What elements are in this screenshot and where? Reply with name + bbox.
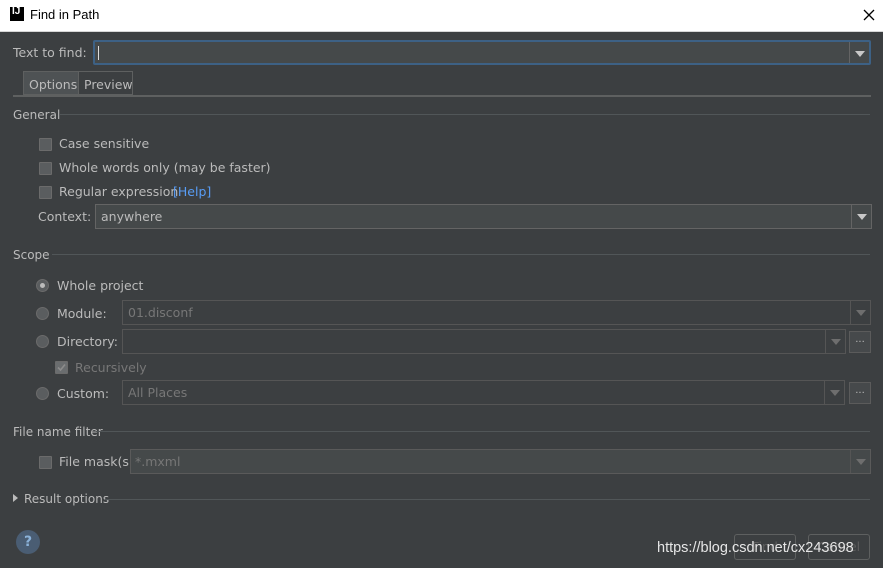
title-bar: IJ Find in Path <box>0 0 883 32</box>
result-options-label[interactable]: Result options <box>24 492 109 506</box>
file-mask-value: *.mxml <box>135 454 181 469</box>
text-cursor <box>98 46 99 60</box>
regex-label: Regular expression <box>59 184 179 199</box>
text-to-find-label: Text to find: <box>13 45 87 60</box>
custom-scope-value: All Places <box>128 385 188 400</box>
close-button[interactable] <box>857 3 881 27</box>
tab-options[interactable]: Options <box>23 71 79 95</box>
whole-words-label: Whole words only (may be faster) <box>59 160 271 175</box>
custom-radio[interactable] <box>36 387 49 400</box>
checkmark-icon <box>57 363 66 372</box>
expand-arrow-icon[interactable] <box>13 494 18 502</box>
scope-separator <box>52 254 870 255</box>
regex-help-link[interactable]: [Help] <box>173 184 211 199</box>
file-filter-header: File name filter <box>13 425 103 439</box>
module-value: 01.disconf <box>128 305 193 320</box>
whole-project-label: Whole project <box>57 278 144 293</box>
custom-scope-select[interactable]: All Places <box>122 380 845 405</box>
regex-checkbox[interactable] <box>39 186 52 199</box>
directory-radio[interactable] <box>36 335 49 348</box>
whole-project-radio[interactable] <box>36 279 49 292</box>
file-filter-separator <box>96 431 870 432</box>
context-value: anywhere <box>101 209 163 224</box>
general-separator <box>60 114 870 115</box>
chevron-down-icon <box>850 301 870 324</box>
window-title: Find in Path <box>30 7 100 22</box>
whole-words-checkbox[interactable] <box>39 162 52 175</box>
general-header: General <box>13 108 61 122</box>
context-select[interactable]: anywhere <box>95 204 872 229</box>
directory-label: Directory: <box>57 334 118 349</box>
tabs-underline <box>13 95 871 97</box>
custom-label: Custom: <box>57 386 110 401</box>
chevron-down-icon <box>850 450 870 473</box>
module-select[interactable]: 01.disconf <box>122 300 871 325</box>
directory-browse-button[interactable]: ... <box>849 331 871 353</box>
directory-select[interactable] <box>122 329 846 354</box>
custom-browse-button[interactable]: ... <box>849 382 871 404</box>
text-to-find-input[interactable] <box>93 40 871 65</box>
tab-preview[interactable]: Preview <box>79 71 133 95</box>
recursively-checkbox[interactable] <box>55 361 68 374</box>
chevron-down-icon <box>824 381 844 404</box>
module-radio[interactable] <box>36 307 49 320</box>
chevron-down-icon <box>825 330 845 353</box>
context-label: Context: <box>38 209 92 224</box>
tab-options-label: Options <box>29 77 78 92</box>
case-sensitive-label: Case sensitive <box>59 136 150 151</box>
help-button[interactable]: ? <box>16 530 40 554</box>
tab-preview-label: Preview <box>84 77 133 92</box>
case-sensitive-checkbox[interactable] <box>39 138 52 151</box>
watermark-text: https://blog.csdn.net/cx243698 <box>657 540 854 556</box>
module-label: Module: <box>57 306 107 321</box>
intellij-icon: IJ <box>10 6 24 21</box>
close-icon <box>863 9 875 21</box>
chevron-down-icon <box>851 205 871 228</box>
file-mask-select[interactable]: *.mxml <box>130 449 871 474</box>
result-options-separator <box>105 499 870 500</box>
file-mask-checkbox[interactable] <box>39 456 52 469</box>
scope-header: Scope <box>13 248 50 262</box>
file-mask-label: File mask(s) <box>59 454 134 469</box>
history-dropdown-arrow[interactable] <box>849 42 869 63</box>
recursively-label: Recursively <box>75 360 147 375</box>
